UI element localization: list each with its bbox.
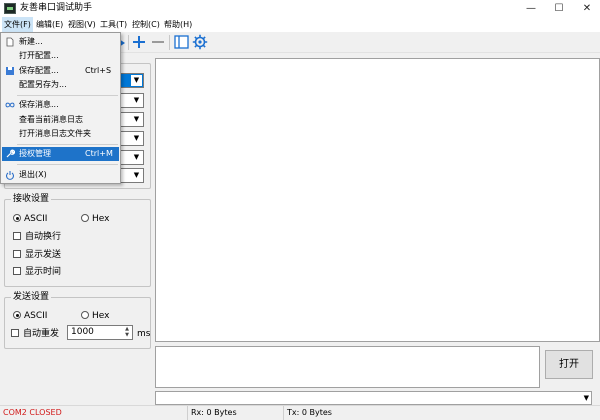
radio-checked-icon (13, 311, 21, 319)
menu-help[interactable]: 帮助(H) (162, 17, 194, 32)
menu-item-shortcut: Ctrl+S (85, 66, 112, 75)
title-bar: 友善串口调试助手 — ☐ ✕ (0, 0, 600, 17)
chevron-down-icon: ▼ (131, 114, 142, 125)
show-time-checkbox[interactable]: 显示时间 (13, 267, 61, 278)
close-button[interactable]: ✕ (574, 0, 600, 17)
infinity-icon (5, 102, 15, 108)
baudrate-select[interactable]: ▼ (118, 93, 144, 108)
checkbox-icon (11, 329, 19, 337)
maximize-button[interactable]: ☐ (546, 0, 572, 17)
show-time-label: 显示时间 (25, 267, 62, 277)
receive-hex-label: Hex (92, 214, 110, 224)
menu-separator (17, 144, 118, 145)
menu-item-label: 退出(X) (19, 170, 47, 179)
send-settings-title: 发送设置 (11, 291, 52, 303)
receive-settings-group: 接收设置 ASCII Hex 自动换行 显示发送 显示时间 (4, 193, 151, 287)
toolbar-separator (169, 35, 170, 50)
menu-file[interactable]: 文件(F) (2, 17, 33, 32)
minus-icon[interactable] (151, 35, 165, 49)
checkbox-icon (13, 250, 21, 258)
plus-icon[interactable] (132, 35, 146, 49)
auto-wrap-checkbox[interactable]: 自动换行 (13, 232, 61, 243)
app-icon (4, 3, 16, 14)
menu-item-new[interactable]: 新建... (2, 35, 119, 49)
send-textarea[interactable] (155, 346, 540, 388)
file-menu-dropdown: 新建... 打开配置... 保存配置... Ctrl+S 配置另存为... 保存… (0, 32, 121, 184)
receive-hex-radio[interactable]: Hex (81, 214, 109, 225)
window-title: 友善串口调试助手 (20, 3, 93, 13)
save-icon (6, 67, 14, 75)
databits-select[interactable]: ▼ (118, 112, 144, 127)
auto-wrap-label: 自动换行 (25, 232, 62, 242)
receive-textarea[interactable] (155, 58, 600, 342)
radio-checked-icon (13, 214, 21, 222)
rx-count: Rx: 0 Bytes (188, 406, 284, 420)
menu-item-save-as[interactable]: 配置另存为... (2, 78, 119, 92)
chevron-down-icon: ▼ (131, 152, 142, 163)
send-ascii-radio[interactable]: ASCII (13, 311, 47, 322)
tx-count: Tx: 0 Bytes (287, 408, 332, 417)
menu-item-open-config[interactable]: 打开配置... (2, 49, 119, 63)
menu-item-shortcut: Ctrl+M (85, 149, 113, 158)
menu-item-label: 保存配置... (19, 66, 59, 75)
wrench-icon (6, 149, 15, 158)
show-send-label: 显示发送 (25, 250, 62, 260)
flowcontrol-select[interactable]: ▼ (118, 168, 144, 183)
chevron-down-icon: ▼ (583, 394, 589, 402)
menu-tools[interactable]: 工具(T) (98, 17, 129, 32)
status-bar: COM2 CLOSED Rx: 0 Bytes Tx: 0 Bytes (0, 405, 600, 420)
auto-resend-checkbox[interactable]: 自动重发 (11, 329, 59, 340)
menu-item-label: 配置另存为... (19, 80, 67, 89)
chevron-down-icon: ▼ (131, 170, 142, 181)
gear-icon[interactable] (192, 34, 208, 50)
stopbits-select[interactable]: ▼ (118, 150, 144, 165)
chevron-down-icon: ▼ (131, 75, 142, 86)
checkbox-icon (13, 267, 21, 275)
menu-view[interactable]: 视图(V) (66, 17, 98, 32)
open-port-button[interactable]: 打开 (545, 350, 593, 379)
menu-bar: 文件(F) 编辑(E) 视图(V) 工具(T) 控制(C) 帮助(H) (0, 17, 600, 32)
send-history-select[interactable]: ▼ (155, 391, 592, 405)
new-file-icon (6, 37, 14, 47)
menu-item-license[interactable]: 授权管理 Ctrl+M (2, 147, 119, 161)
show-send-checkbox[interactable]: 显示发送 (13, 250, 61, 261)
send-settings-group: 发送设置 ASCII Hex 自动重发 ms (4, 291, 151, 349)
receive-ascii-radio[interactable]: ASCII (13, 214, 47, 225)
parity-select[interactable]: ▼ (118, 131, 144, 146)
menu-item-label: 打开配置... (19, 51, 59, 60)
send-ascii-label: ASCII (24, 311, 48, 321)
panel-layout-icon[interactable] (174, 35, 189, 49)
menu-item-save-config[interactable]: 保存配置... Ctrl+S (2, 64, 119, 78)
spinner-arrows-icon[interactable]: ▲ ▼ (122, 326, 132, 339)
radio-icon (81, 214, 89, 222)
port-select[interactable]: ▼ (118, 73, 144, 88)
chevron-down-icon: ▼ (131, 133, 142, 144)
radio-icon (81, 311, 89, 319)
auto-resend-label: 自动重发 (23, 329, 60, 339)
power-icon (5, 171, 15, 180)
menu-item-save-messages[interactable]: 保存消息... (2, 98, 119, 112)
checkbox-icon (13, 232, 21, 240)
interval-unit: ms (137, 329, 151, 339)
toolbar-separator (128, 35, 129, 50)
menu-item-open-log-folder[interactable]: 打开消息日志文件夹 (2, 127, 119, 141)
menu-item-label: 打开消息日志文件夹 (19, 129, 91, 138)
menu-item-label: 保存消息... (19, 100, 59, 109)
menu-item-label: 授权管理 (19, 149, 51, 158)
send-hex-label: Hex (92, 311, 110, 321)
minimize-button[interactable]: — (518, 0, 544, 17)
menu-separator (17, 164, 118, 165)
menu-separator (17, 95, 118, 96)
port-status: COM2 CLOSED (0, 406, 188, 420)
menu-control[interactable]: 控制(C) (130, 17, 162, 32)
chevron-down-icon: ▼ (131, 95, 142, 106)
send-hex-radio[interactable]: Hex (81, 311, 109, 322)
receive-ascii-label: ASCII (24, 214, 48, 224)
menu-item-exit[interactable]: 退出(X) (2, 168, 119, 182)
menu-item-label: 查看当前消息日志 (19, 115, 83, 124)
menu-item-label: 新建... (19, 37, 43, 46)
menu-item-view-log[interactable]: 查看当前消息日志 (2, 113, 119, 127)
receive-settings-title: 接收设置 (11, 193, 52, 205)
menu-edit[interactable]: 编辑(E) (34, 17, 65, 32)
